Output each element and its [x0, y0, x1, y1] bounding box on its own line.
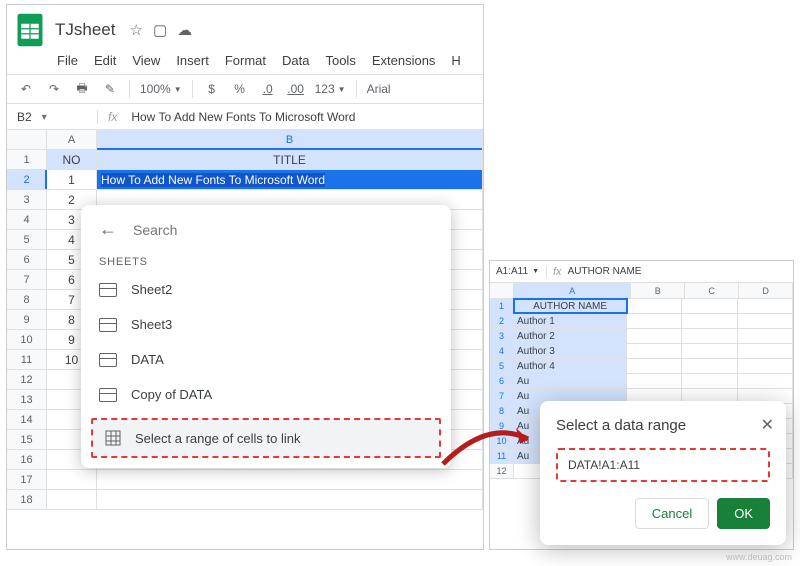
cell-b1[interactable]: TITLE — [97, 150, 483, 169]
menu-insert[interactable]: Insert — [176, 53, 209, 68]
menu-tools[interactable]: Tools — [325, 53, 355, 68]
link-search-popover: ← SHEETS Sheet2 Sheet3 DATA Copy of DATA… — [81, 205, 451, 468]
col-header-c[interactable]: C — [685, 283, 739, 298]
col-header-b[interactable]: B — [97, 130, 483, 149]
menu-file[interactable]: File — [57, 53, 78, 68]
link-item-copy-of-data[interactable]: Copy of DATA — [81, 377, 451, 412]
print-icon[interactable]: 🖶 — [73, 80, 91, 98]
ok-button[interactable]: OK — [717, 498, 770, 529]
number-format-dropdown[interactable]: 123▼ — [315, 82, 346, 96]
menu-format[interactable]: Format — [225, 53, 266, 68]
active-cell-b2[interactable]: How To Add New Fonts To Microsoft Word — [97, 170, 483, 189]
sheet-icon — [99, 318, 117, 332]
star-icon[interactable]: ☆ — [129, 21, 142, 39]
font-dropdown[interactable]: Arial — [367, 82, 391, 96]
grid-icon — [105, 430, 121, 446]
select-data-range-dialog: Select a data range ✕ DATA!A1:A11 Cancel… — [540, 401, 786, 545]
sheet-icon — [99, 283, 117, 297]
sheet-icon — [99, 388, 117, 402]
back-arrow-icon[interactable]: ← — [99, 219, 117, 240]
cloud-status-icon: ☁ — [177, 21, 192, 39]
titlebar: TJsheet ☆ ▢ ☁ — [7, 5, 483, 49]
sheets-window-secondary: A1:A11▼ fx AUTHOR NAME A B C D 1AUTHOR N… — [489, 260, 794, 550]
menu-view[interactable]: View — [132, 53, 160, 68]
increase-decimal-button[interactable]: .00 — [287, 80, 305, 98]
search-input[interactable] — [133, 222, 433, 238]
menu-edit[interactable]: Edit — [94, 53, 116, 68]
close-icon[interactable]: ✕ — [761, 415, 774, 435]
formula-bar: A1:A11▼ fx AUTHOR NAME — [490, 261, 793, 283]
col-header-a[interactable]: A — [514, 283, 631, 298]
formula-value[interactable]: How To Add New Fonts To Microsoft Word — [127, 110, 355, 124]
sheets-logo-icon — [15, 11, 45, 49]
undo-icon[interactable]: ↶ — [17, 80, 35, 98]
move-folder-icon[interactable]: ▢ — [153, 21, 167, 39]
document-title[interactable]: TJsheet — [55, 20, 115, 40]
link-item-data[interactable]: DATA — [81, 342, 451, 377]
currency-button[interactable]: $ — [203, 80, 221, 98]
decrease-decimal-button[interactable]: .0 — [259, 80, 277, 98]
col-header-d[interactable]: D — [739, 283, 793, 298]
select-range-to-link-button[interactable]: Select a range of cells to link — [91, 418, 441, 458]
cancel-button[interactable]: Cancel — [635, 498, 709, 529]
fx-icon: fx — [546, 266, 568, 278]
select-all-corner[interactable] — [490, 283, 514, 298]
percent-button[interactable]: % — [231, 80, 249, 98]
redo-icon[interactable]: ↷ — [45, 80, 63, 98]
formula-value[interactable]: AUTHOR NAME — [568, 266, 642, 277]
menu-bar: File Edit View Insert Format Data Tools … — [7, 49, 483, 74]
dialog-title: Select a data range — [556, 417, 770, 434]
formula-bar: B2▼ fx How To Add New Fonts To Microsoft… — [7, 104, 483, 130]
select-all-corner[interactable] — [7, 130, 47, 149]
zoom-dropdown[interactable]: 100%▼ — [140, 82, 182, 96]
link-item-sheet3[interactable]: Sheet3 — [81, 307, 451, 342]
watermark: www.deuag.com — [726, 552, 792, 562]
cell[interactable]: 1 — [47, 170, 97, 189]
row-header[interactable]: 1 — [7, 150, 47, 169]
col-header-b[interactable]: B — [631, 283, 685, 298]
section-label-sheets: SHEETS — [81, 250, 451, 272]
menu-overflow[interactable]: H — [451, 53, 460, 68]
range-input[interactable]: DATA!A1:A11 — [556, 448, 770, 482]
menu-extensions[interactable]: Extensions — [372, 53, 436, 68]
sheet-icon — [99, 353, 117, 367]
paint-format-icon[interactable]: ✎ — [101, 80, 119, 98]
menu-data[interactable]: Data — [282, 53, 309, 68]
toolbar: ↶ ↷ 🖶 ✎ 100%▼ $ % .0 .00 123▼ Arial — [7, 74, 483, 104]
row-header[interactable]: 2 — [7, 170, 47, 189]
sheets-window-main: TJsheet ☆ ▢ ☁ File Edit View Insert Form… — [6, 4, 484, 550]
link-item-sheet2[interactable]: Sheet2 — [81, 272, 451, 307]
fx-icon: fx — [97, 110, 127, 124]
name-box[interactable]: A1:A11▼ — [490, 266, 546, 277]
cell-a1[interactable]: NO — [47, 150, 97, 169]
col-header-a[interactable]: A — [47, 130, 97, 149]
name-box[interactable]: B2▼ — [7, 110, 97, 124]
